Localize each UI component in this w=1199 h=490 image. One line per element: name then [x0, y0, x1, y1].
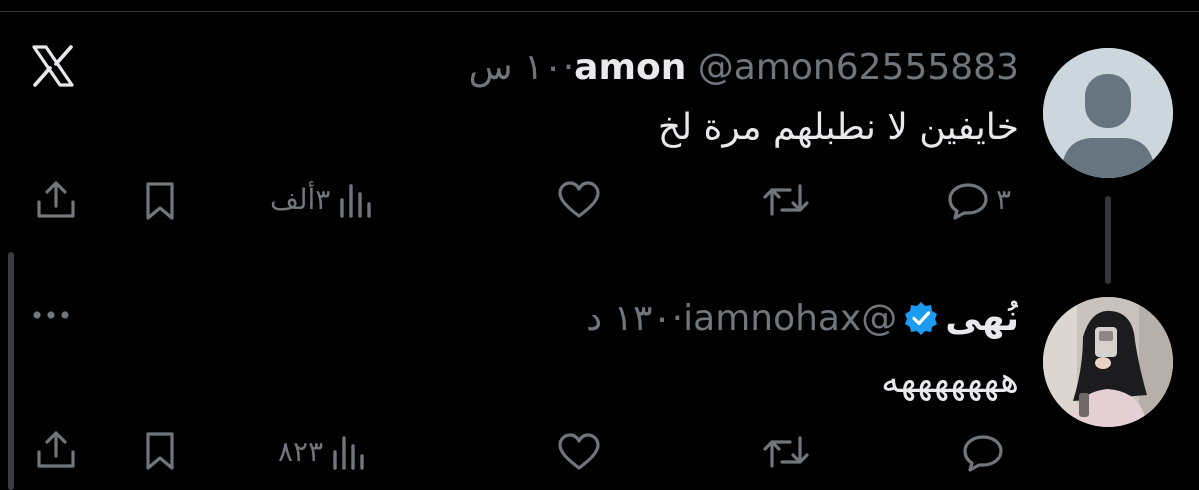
views-count: ٣ألف — [270, 183, 331, 216]
tweet-header: نُهى @iamnohax·١٣٠ د — [586, 297, 1019, 341]
like-icon — [558, 433, 600, 470]
x-logo-icon[interactable] — [30, 43, 76, 89]
reply-button[interactable]: ٣ — [946, 180, 1017, 220]
avatar-default[interactable] — [1043, 48, 1173, 178]
like-icon — [558, 181, 600, 218]
retweet-icon — [763, 184, 809, 216]
bookmark-button[interactable] — [140, 180, 180, 222]
profile-photo-icon — [1043, 297, 1173, 427]
like-button[interactable] — [556, 432, 602, 472]
reply-icon — [963, 435, 1003, 472]
more-options-button[interactable] — [28, 303, 74, 327]
like-button[interactable] — [556, 180, 602, 220]
tweet-header: amon @amon62555883 ·١٠ س — [469, 46, 1019, 90]
thread-connector-line — [1105, 196, 1111, 284]
share-icon — [37, 181, 75, 218]
tweet-text: هههههههه — [881, 360, 1019, 401]
verified-badge-icon — [905, 302, 938, 335]
more-icon — [33, 311, 69, 319]
tweet-text: خايفين لا نطبلهم مرة لخ — [657, 107, 1019, 148]
reply-icon — [948, 183, 988, 220]
reply-button[interactable] — [961, 432, 1017, 472]
display-name[interactable]: amon — [574, 47, 686, 88]
reply-count: ٣ — [995, 183, 1011, 216]
header-separator: · — [562, 47, 575, 88]
retweet-button[interactable] — [762, 432, 810, 472]
user-handle[interactable]: @amon62555883 — [698, 47, 1019, 88]
bookmark-icon — [146, 182, 174, 220]
views-button[interactable]: ٣ألف — [264, 180, 376, 220]
retweet-button[interactable] — [762, 180, 810, 220]
share-icon — [37, 431, 75, 468]
tweet-time[interactable]: ١٣٠ د — [586, 298, 672, 339]
share-button[interactable] — [34, 428, 78, 472]
scrollbar[interactable] — [8, 252, 14, 490]
bookmark-button[interactable] — [140, 430, 180, 472]
retweet-icon — [763, 436, 809, 468]
top-divider — [0, 11, 1199, 12]
avatar-photo[interactable] — [1043, 297, 1173, 427]
views-button[interactable]: ٨٢٣ — [272, 432, 369, 472]
tweet-time[interactable]: ١٠ س — [469, 47, 563, 88]
views-icon — [340, 184, 372, 218]
views-count: ٨٢٣ — [278, 435, 324, 468]
display-name[interactable]: نُهى — [945, 298, 1019, 339]
header-separator: · — [671, 298, 684, 339]
bookmark-icon — [146, 432, 174, 470]
share-button[interactable] — [34, 178, 78, 222]
views-icon — [333, 436, 364, 470]
user-handle[interactable]: @iamnohax — [683, 298, 897, 339]
default-avatar-icon — [1043, 48, 1173, 178]
